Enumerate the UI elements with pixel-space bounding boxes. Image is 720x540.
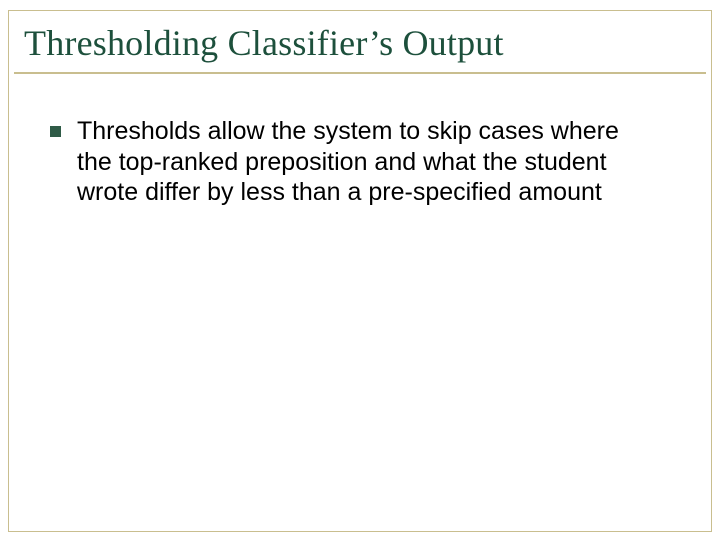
- bullet-text: Thresholds allow the system to skip case…: [77, 116, 637, 208]
- title-area: Thresholding Classifier’s Output: [14, 14, 706, 76]
- slide-title: Thresholding Classifier’s Output: [24, 22, 514, 64]
- title-underline: [14, 72, 706, 74]
- content-area: Thresholds allow the system to skip case…: [14, 76, 706, 208]
- square-bullet-icon: [50, 126, 61, 137]
- slide-container: Thresholding Classifier’s Output Thresho…: [0, 0, 720, 540]
- bullet-item: Thresholds allow the system to skip case…: [50, 116, 678, 208]
